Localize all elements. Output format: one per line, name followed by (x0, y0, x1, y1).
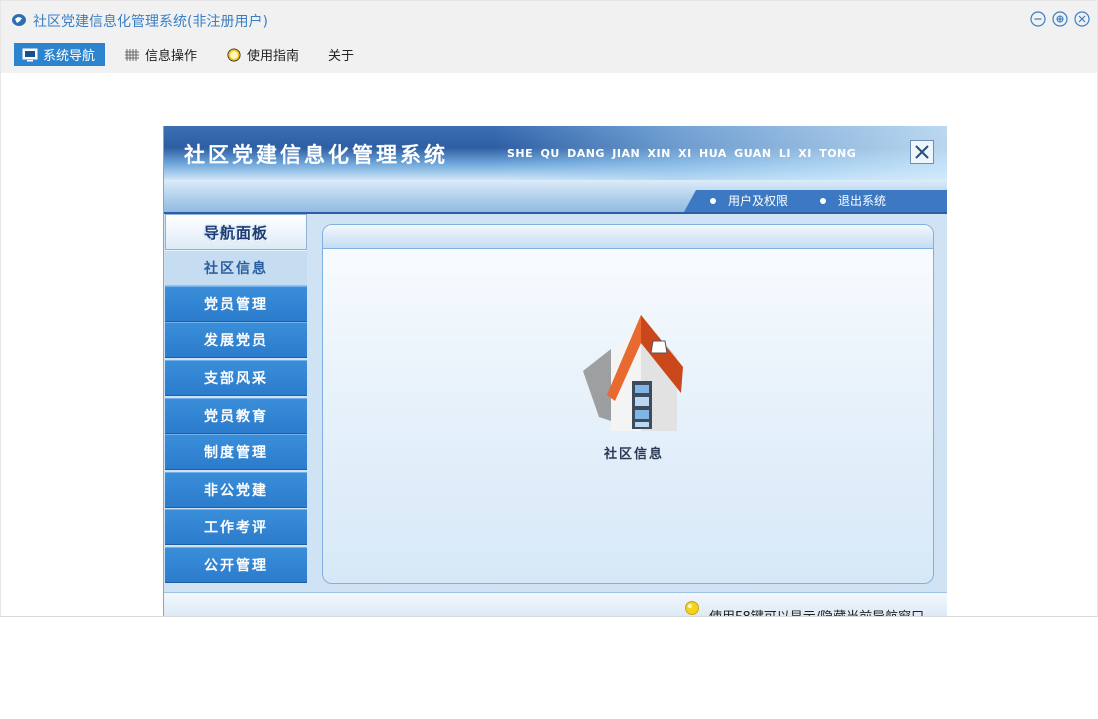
nav-item-member-education[interactable]: 党员教育 (165, 398, 307, 434)
nav-item-member-mgmt[interactable]: 党员管理 (165, 286, 307, 322)
bulb-icon (685, 601, 699, 615)
bullet-icon (710, 197, 716, 204)
community-info-tile-label: 社区信息 (603, 447, 664, 462)
system-footer: 使用F8键可以显示/隐藏当前导航窗口 (164, 592, 947, 616)
title-bar: 社区党建信息化管理系统(非注册用户) (1, 1, 1097, 39)
close-x-icon (915, 145, 929, 159)
main-panel: 社区信息 (322, 224, 934, 584)
nav-item-work-evaluation[interactable]: 工作考评 (165, 509, 307, 545)
grid-icon (125, 48, 139, 61)
app-logo-icon (12, 14, 26, 26)
exit-system-link[interactable]: 退出系统 (820, 192, 886, 209)
monitor-icon (22, 48, 38, 61)
menu-system-nav[interactable]: 系统导航 (14, 43, 105, 66)
community-info-tile[interactable]: 社区信息 (571, 313, 697, 463)
app-window: 社区党建信息化管理系统(非注册用户) 系统导航 信息操作 使用指南 关于 社区党… (0, 0, 1098, 617)
bullet-icon (820, 197, 826, 204)
maximize-icon[interactable] (1052, 11, 1068, 27)
footer-tip: 使用F8键可以显示/隐藏当前导航窗口 (709, 606, 924, 616)
menu-user-guide-label: 使用指南 (247, 49, 300, 64)
smiley-icon (227, 47, 241, 62)
main-panel-header (323, 225, 933, 249)
menu-about[interactable]: 关于 (322, 43, 360, 66)
system-close-button[interactable] (910, 140, 934, 164)
users-permissions-link[interactable]: 用户及权限 (710, 192, 788, 209)
menu-info-ops-label: 信息操作 (145, 49, 198, 64)
nav-item-nonpublic-party[interactable]: 非公党建 (165, 472, 307, 508)
nav-panel-header: 导航面板 (165, 214, 307, 250)
nav-panel: 导航面板 社区信息 党员管理 发展党员 支部风采 党员教育 制度管理 非公党建 … (165, 214, 307, 586)
users-permissions-label: 用户及权限 (728, 194, 789, 208)
window-title: 社区党建信息化管理系统(非注册用户) (33, 14, 268, 30)
menu-system-nav-label: 系统导航 (43, 49, 96, 64)
system-header: 社区党建信息化管理系统 SHE QU DANG JIAN XIN XI HUA … (164, 126, 947, 180)
minimize-icon[interactable] (1030, 11, 1046, 27)
nav-item-rules-mgmt[interactable]: 制度管理 (165, 434, 307, 470)
exit-system-label: 退出系统 (838, 194, 887, 208)
nav-item-disclosure-mgmt[interactable]: 公开管理 (165, 547, 307, 583)
system-title: 社区党建信息化管理系统 (184, 142, 448, 167)
system-pinyin: SHE QU DANG JIAN XIN XI HUA GUAN LI XI T… (507, 147, 857, 160)
house-icon (583, 315, 683, 431)
menu-user-guide[interactable]: 使用指南 (220, 43, 305, 66)
menu-bar: 系统导航 信息操作 使用指南 关于 (1, 39, 1097, 73)
close-icon[interactable] (1074, 11, 1090, 27)
menu-info-ops[interactable]: 信息操作 (118, 43, 203, 66)
nav-item-branch-showcase[interactable]: 支部风采 (165, 360, 307, 396)
content-area: 社区党建信息化管理系统 SHE QU DANG JIAN XIN XI HUA … (1, 73, 1097, 616)
menu-about-label: 关于 (328, 49, 355, 64)
nav-item-develop-members[interactable]: 发展党员 (165, 322, 307, 358)
nav-item-community-info[interactable]: 社区信息 (165, 250, 307, 286)
system-frame: 社区党建信息化管理系统 SHE QU DANG JIAN XIN XI HUA … (163, 126, 947, 616)
